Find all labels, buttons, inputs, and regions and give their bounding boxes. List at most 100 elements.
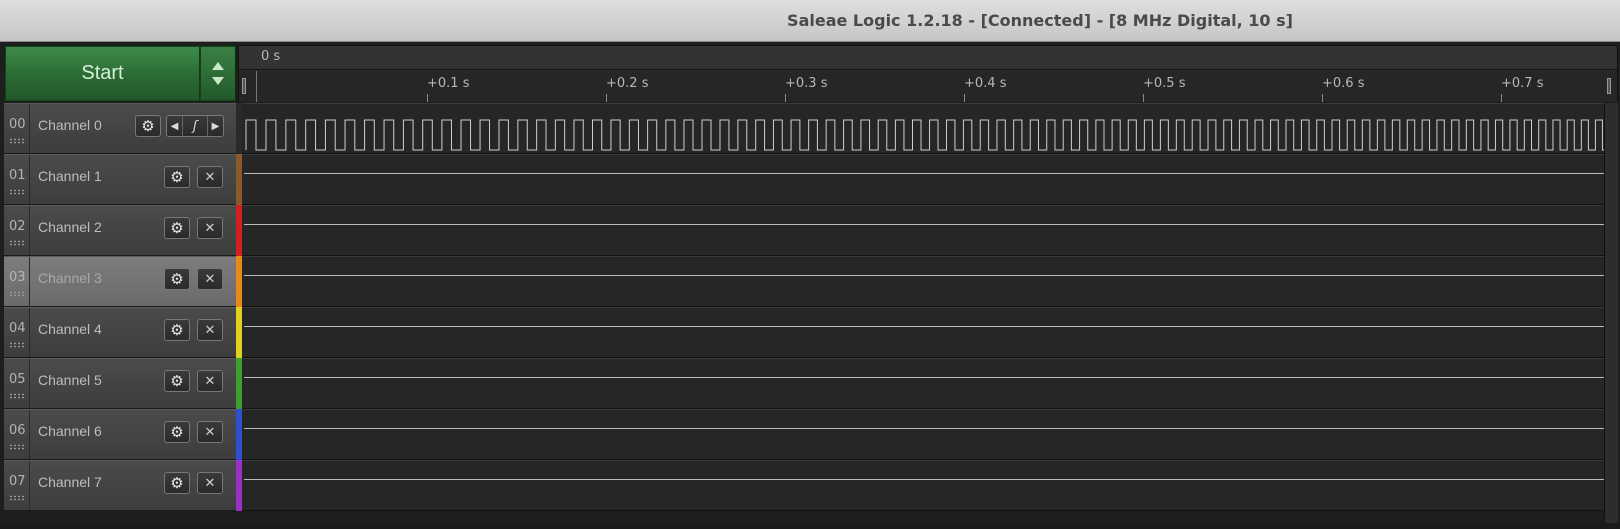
- channel-remove-button[interactable]: ✕: [197, 472, 223, 494]
- channel-number-column: 01: [4, 155, 30, 204]
- drag-handle-icon[interactable]: [9, 495, 25, 501]
- start-button[interactable]: Start: [6, 47, 200, 100]
- clock-waveform: [245, 119, 1610, 151]
- channel-remove-button[interactable]: ✕: [197, 217, 223, 239]
- channel-remove-button[interactable]: ✕: [197, 166, 223, 188]
- timeline-tick-label: +0.6 s: [1322, 76, 1365, 91]
- trigger-next-button[interactable]: ▶: [208, 116, 223, 136]
- channel-number-column: 02: [4, 206, 30, 255]
- channel-waveform[interactable]: [242, 307, 1608, 358]
- channel-waveform[interactable]: [242, 358, 1608, 409]
- channel-number-column: 04: [4, 308, 30, 357]
- drag-handle-icon[interactable]: [9, 393, 25, 399]
- gear-icon: ⚙: [170, 218, 184, 237]
- gear-icon: ⚙: [141, 116, 155, 135]
- close-icon: ✕: [204, 475, 216, 491]
- timeline-tick-label: +0.4 s: [964, 76, 1007, 91]
- close-icon: ✕: [204, 220, 216, 236]
- signal-low-line: [244, 428, 1608, 429]
- channel-settings-button[interactable]: ⚙: [164, 217, 190, 239]
- channel-row: 00 Channel 0 ⚙ ◀ ʃ ▶: [4, 103, 1618, 155]
- channel-settings-button[interactable]: ⚙: [164, 166, 190, 188]
- channel-number: 02: [9, 219, 26, 234]
- channel-settings-button[interactable]: ⚙: [164, 268, 190, 290]
- timeline-ruler[interactable]: 0 s +0.1 s +0.2 s +0.3 s +0.4 s +0.5 s +0.6 s…: [238, 45, 1618, 102]
- channel-header[interactable]: 03 Channel 3 ⚙ ✕: [4, 256, 236, 307]
- channel-settings-button[interactable]: ⚙: [164, 421, 190, 443]
- channel-name[interactable]: Channel 1: [38, 168, 102, 184]
- channel-row: 06 Channel 6 ⚙ ✕: [4, 409, 1618, 461]
- channel-number-column: 07: [4, 461, 30, 510]
- channel-remove-button[interactable]: ✕: [197, 421, 223, 443]
- timeline-tick-label: +0.1 s: [427, 76, 470, 91]
- close-icon: ✕: [204, 373, 216, 389]
- channel-name[interactable]: Channel 3: [38, 270, 102, 286]
- channel-settings-button[interactable]: ⚙: [135, 115, 161, 137]
- channel-remove-button[interactable]: ✕: [197, 370, 223, 392]
- gear-icon: ⚙: [170, 269, 184, 288]
- signal-low-line: [244, 377, 1608, 378]
- channel-row: 01 Channel 1 ⚙ ✕: [4, 154, 1618, 206]
- channel-name[interactable]: Channel 6: [38, 423, 102, 439]
- bottom-strip: [0, 523, 1620, 529]
- channel-settings-button[interactable]: ⚙: [164, 319, 190, 341]
- arrow-up-icon[interactable]: [212, 62, 224, 70]
- trigger-prev-button[interactable]: ◀: [167, 116, 182, 136]
- main-area: Start 0 s +0.1 s +0.2 s +0.3 s +0.4 s +0.5 s…: [0, 42, 1620, 529]
- arrow-down-icon[interactable]: [212, 77, 224, 85]
- gear-icon: ⚙: [170, 422, 184, 441]
- signal-low-line: [244, 326, 1608, 327]
- channel-header[interactable]: 05 Channel 5 ⚙ ✕: [4, 358, 236, 409]
- channel-header[interactable]: 02 Channel 2 ⚙ ✕: [4, 205, 236, 256]
- channel-waveform[interactable]: [242, 103, 1610, 154]
- vertical-scrollbar[interactable]: [1604, 103, 1618, 523]
- channel-name[interactable]: Channel 0: [38, 117, 102, 133]
- channel-waveform[interactable]: [242, 256, 1608, 307]
- trigger-selector: ◀ ʃ ▶: [166, 115, 224, 137]
- channel-name[interactable]: Channel 2: [38, 219, 102, 235]
- channel-header[interactable]: 04 Channel 4 ⚙ ✕: [4, 307, 236, 358]
- channel-name[interactable]: Channel 4: [38, 321, 102, 337]
- signal-low-line: [244, 173, 1608, 174]
- channel-header[interactable]: 06 Channel 6 ⚙ ✕: [4, 409, 236, 460]
- drag-handle-icon[interactable]: [9, 291, 25, 297]
- window-title: Saleae Logic 1.2.18 - [Connected] - [8 M…: [787, 11, 1293, 30]
- channel-name[interactable]: Channel 7: [38, 474, 102, 490]
- gear-icon: ⚙: [170, 167, 184, 186]
- channel-header[interactable]: 00 Channel 0 ⚙ ◀ ʃ ▶: [4, 103, 236, 154]
- channel-waveform[interactable]: [242, 409, 1608, 460]
- title-bar: Saleae Logic 1.2.18 - [Connected] - [8 M…: [0, 0, 1620, 42]
- channel-settings-button[interactable]: ⚙: [164, 370, 190, 392]
- close-icon: ✕: [204, 169, 216, 185]
- channel-waveform[interactable]: [242, 460, 1608, 511]
- drag-handle-icon[interactable]: [9, 138, 25, 144]
- channel-row: 05 Channel 5 ⚙ ✕: [4, 358, 1618, 410]
- trigger-edge-button[interactable]: ʃ: [182, 116, 208, 136]
- gear-icon: ⚙: [170, 320, 184, 339]
- channel-header[interactable]: 07 Channel 7 ⚙ ✕: [4, 460, 236, 511]
- channel-waveform[interactable]: [242, 154, 1608, 205]
- timeline-tick-mark: [1143, 94, 1144, 102]
- close-icon: ✕: [204, 322, 216, 338]
- start-control: Start: [4, 45, 236, 102]
- drag-handle-icon[interactable]: [9, 444, 25, 450]
- channel-number-column: 03: [4, 257, 30, 306]
- drag-handle-icon[interactable]: [9, 342, 25, 348]
- drag-handle-icon[interactable]: [9, 240, 25, 246]
- channel-settings-button[interactable]: ⚙: [164, 472, 190, 494]
- channel-row: 04 Channel 4 ⚙ ✕: [4, 307, 1618, 359]
- timeline-tick-mark: [1322, 94, 1323, 102]
- drag-handle-icon[interactable]: [9, 189, 25, 195]
- channel-header[interactable]: 01 Channel 1 ⚙ ✕: [4, 154, 236, 205]
- channel-waveform[interactable]: [242, 205, 1608, 256]
- channel-number: 03: [9, 270, 26, 285]
- channel-remove-button[interactable]: ✕: [197, 268, 223, 290]
- timeline-origin-bar: 0 s: [239, 46, 1617, 70]
- timeline-origin-label: 0 s: [261, 49, 281, 64]
- channel-name[interactable]: Channel 5: [38, 372, 102, 388]
- close-icon: ✕: [204, 271, 216, 287]
- timeline-tick-mark: [964, 94, 965, 102]
- timeline-left-handle[interactable]: [242, 78, 246, 94]
- channel-remove-button[interactable]: ✕: [197, 319, 223, 341]
- timeline-right-handle[interactable]: [1607, 78, 1611, 94]
